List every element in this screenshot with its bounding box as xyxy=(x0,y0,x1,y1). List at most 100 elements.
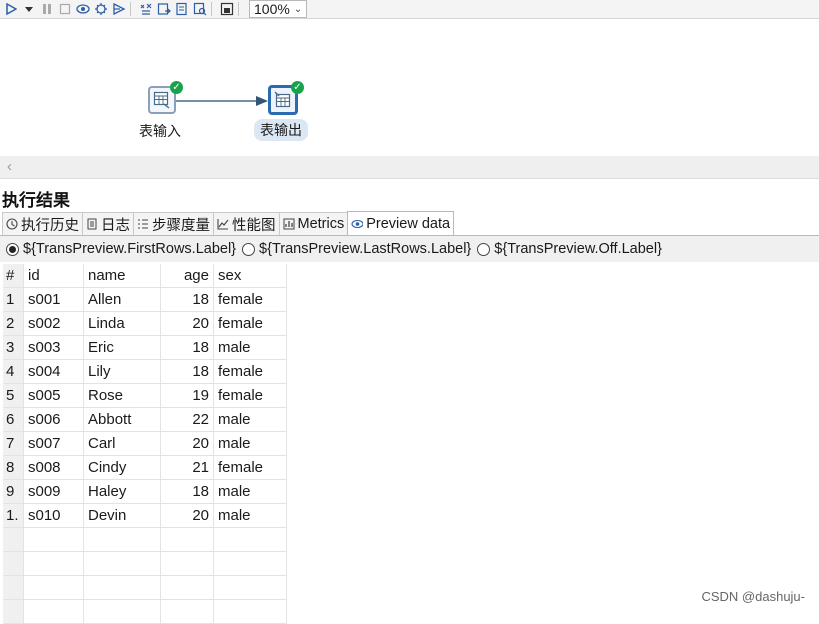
cell-id[interactable]: s003 xyxy=(23,335,84,360)
cell-sex[interactable]: female xyxy=(213,383,287,408)
radio-label: ${TransPreview.Off.Label} xyxy=(494,241,662,257)
run-icon[interactable] xyxy=(4,2,18,16)
row-index: 5 xyxy=(3,383,24,408)
cell-name[interactable]: Eric xyxy=(83,335,161,360)
step-label: 表输出 xyxy=(254,119,308,141)
cell-id[interactable]: s009 xyxy=(23,479,84,504)
cell-id[interactable]: s004 xyxy=(23,359,84,384)
table-row[interactable]: 3 s003 Eric 18 male xyxy=(3,335,287,360)
tab-log[interactable]: 日志 xyxy=(82,212,134,235)
column-header-id[interactable]: id xyxy=(23,264,84,288)
cell-name[interactable]: Devin xyxy=(83,503,161,528)
radio-button[interactable] xyxy=(477,242,491,256)
cell-name[interactable]: Haley xyxy=(83,479,161,504)
row-index: 4 xyxy=(3,359,24,384)
preview-mode-radios: ${TransPreview.FirstRows.Label} ${TransP… xyxy=(0,236,819,262)
transformation-canvas[interactable]: ✓ 表输入 ✓ 表输出 xyxy=(0,19,819,156)
cell-id[interactable]: s010 xyxy=(23,503,84,528)
cell-name[interactable]: Lily xyxy=(83,359,161,384)
explore-db-icon[interactable] xyxy=(193,2,207,16)
cell-id[interactable]: s007 xyxy=(23,431,84,456)
step-metrics-icon xyxy=(137,218,149,230)
cell-sex[interactable]: male xyxy=(213,335,287,360)
cell-sex[interactable]: male xyxy=(213,479,287,504)
tab-label: 步骤度量 xyxy=(152,217,210,234)
empty-row xyxy=(3,527,287,552)
column-header-name[interactable]: name xyxy=(83,264,161,288)
cell-age[interactable]: 19 xyxy=(160,383,214,408)
cell-id[interactable]: s006 xyxy=(23,407,84,432)
table-row[interactable]: 9 s009 Haley 18 male xyxy=(3,479,287,504)
table-row[interactable]: 5 s005 Rose 19 female xyxy=(3,383,287,408)
cell-name[interactable]: Allen xyxy=(83,287,161,312)
cell-sex[interactable]: male xyxy=(213,503,287,528)
cell-age[interactable]: 20 xyxy=(160,431,214,456)
table-row[interactable]: 6 s006 Abbott 22 male xyxy=(3,407,287,432)
cell-id[interactable]: s005 xyxy=(23,383,84,408)
radio-off[interactable]: ${TransPreview.Off.Label} xyxy=(477,241,662,257)
cell-age[interactable]: 18 xyxy=(160,479,214,504)
chevron-left-icon[interactable]: ‹ xyxy=(7,158,12,175)
tab-performance-chart[interactable]: 性能图 xyxy=(213,212,280,235)
tab-preview-data[interactable]: Preview data xyxy=(347,211,455,235)
column-header-age[interactable]: age xyxy=(160,264,214,288)
cell-id[interactable]: s002 xyxy=(23,311,84,336)
radio-last-rows[interactable]: ${TransPreview.LastRows.Label} xyxy=(242,241,471,257)
run-dropdown-icon[interactable] xyxy=(22,2,36,16)
tab-metrics[interactable]: Metrics xyxy=(278,212,349,235)
table-input-icon xyxy=(153,91,170,109)
cell-sex[interactable]: female xyxy=(213,455,287,480)
show-results-icon[interactable] xyxy=(220,2,234,16)
cell-sex[interactable]: female xyxy=(213,287,287,312)
cell-id[interactable]: s008 xyxy=(23,455,84,480)
row-index: 6 xyxy=(3,407,24,432)
radio-first-rows[interactable]: ${TransPreview.FirstRows.Label} xyxy=(6,241,236,257)
metrics-icon xyxy=(283,218,295,230)
cell-name[interactable]: Cindy xyxy=(83,455,161,480)
cell-age[interactable]: 20 xyxy=(160,503,214,528)
cell-sex[interactable]: male xyxy=(213,431,287,456)
canvas-horizontal-scrollbar[interactable]: ‹ xyxy=(0,156,819,179)
cell-sex[interactable]: male xyxy=(213,407,287,432)
stop-icon[interactable] xyxy=(58,2,72,16)
cell-age[interactable]: 22 xyxy=(160,407,214,432)
column-header-sex[interactable]: sex xyxy=(213,264,287,288)
verify-icon[interactable] xyxy=(139,2,153,16)
cell-name[interactable]: Rose xyxy=(83,383,161,408)
preview-data-grid[interactable]: # id name age sex 1 s001 Allen 18 female 2 s0… xyxy=(3,264,819,624)
radio-label: ${TransPreview.LastRows.Label} xyxy=(259,241,472,257)
preview-icon[interactable] xyxy=(76,2,90,16)
cell-age[interactable]: 18 xyxy=(160,359,214,384)
hop-arrow[interactable] xyxy=(176,93,270,109)
cell-name[interactable]: Carl xyxy=(83,431,161,456)
tab-execution-history[interactable]: 执行历史 xyxy=(2,212,83,235)
cell-id[interactable]: s001 xyxy=(23,287,84,312)
table-row[interactable]: 1. s010 Devin 20 male xyxy=(3,503,287,528)
cell-sex[interactable]: female xyxy=(213,359,287,384)
column-header-index[interactable]: # xyxy=(3,264,24,288)
pause-icon[interactable] xyxy=(40,2,54,16)
table-row[interactable]: 8 s008 Cindy 21 female xyxy=(3,455,287,480)
cell-name[interactable]: Abbott xyxy=(83,407,161,432)
cell-age[interactable]: 21 xyxy=(160,455,214,480)
zoom-select[interactable]: 100% ⌄ xyxy=(249,0,308,18)
cell-name[interactable]: Linda xyxy=(83,311,161,336)
table-row[interactable]: 4 s004 Lily 18 female xyxy=(3,359,287,384)
cell-age[interactable]: 20 xyxy=(160,311,214,336)
table-header-row: # id name age sex xyxy=(3,264,287,288)
impact-icon[interactable] xyxy=(157,2,171,16)
sql-icon[interactable] xyxy=(175,2,189,16)
radio-button[interactable] xyxy=(242,242,256,256)
table-row[interactable]: 7 s007 Carl 20 male xyxy=(3,431,287,456)
replay-icon[interactable] xyxy=(112,2,126,16)
table-row[interactable]: 2 s002 Linda 20 female xyxy=(3,311,287,336)
cell-sex[interactable]: female xyxy=(213,311,287,336)
radio-button-checked[interactable] xyxy=(6,242,19,256)
debug-icon[interactable] xyxy=(94,2,108,16)
cell-age[interactable]: 18 xyxy=(160,287,214,312)
tab-step-metrics[interactable]: 步骤度量 xyxy=(133,212,214,235)
cell-age[interactable]: 18 xyxy=(160,335,214,360)
toolbar-separator xyxy=(211,2,212,16)
table-row[interactable]: 1 s001 Allen 18 female xyxy=(3,287,287,312)
empty-row xyxy=(3,575,287,600)
